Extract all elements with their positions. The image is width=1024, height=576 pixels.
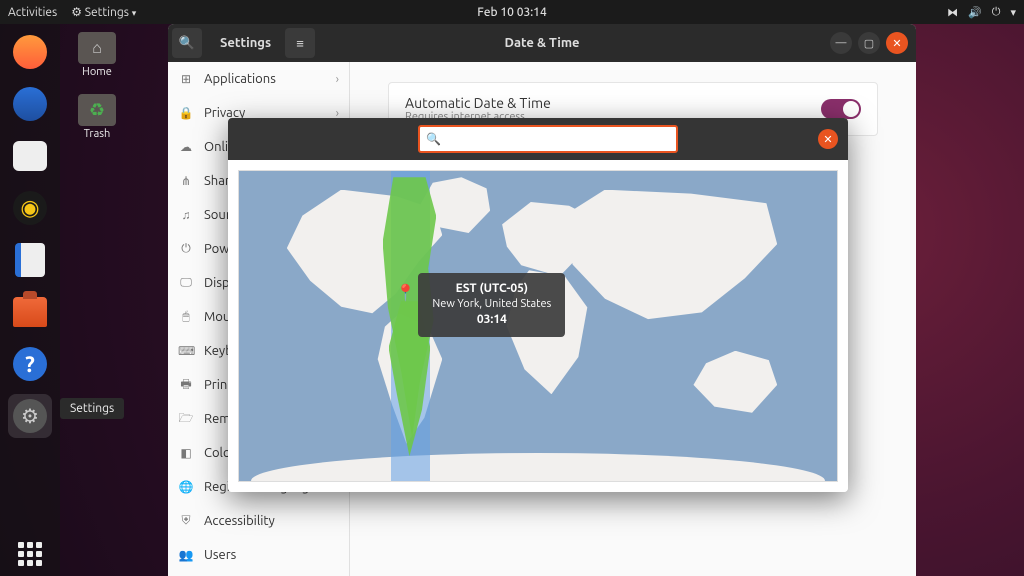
timezone-tooltip: EST (UTC-05) New York, United States 03:… [418, 273, 565, 336]
trash-icon: ♻ [78, 94, 116, 126]
window-minimize[interactable]: ― [830, 32, 852, 54]
app-menu[interactable]: ⚙ Settings [71, 5, 136, 19]
dock-rhythmbox[interactable]: ◉ [8, 186, 52, 230]
header-menu-button[interactable]: ≡ [285, 28, 315, 58]
desktop-home[interactable]: ⌂ Home [72, 32, 122, 78]
sidebar-item-icon: 👥 [178, 548, 194, 562]
sidebar-item-icon: ⋔ [178, 174, 194, 188]
dock-settings[interactable]: ⚙ [8, 394, 52, 438]
top-bar: Activities ⚙ Settings Feb 10 03:14 ⧓ 🔊 ⏻… [0, 0, 1024, 24]
map-landmass [251, 453, 825, 481]
window-app-title: Settings [220, 36, 271, 50]
window-page-title: Date & Time [504, 36, 579, 50]
desktop-trash[interactable]: ♻ Trash [72, 94, 122, 140]
timezone-time: 03:14 [432, 312, 551, 328]
gear-icon: ⚙ [71, 6, 82, 19]
sidebar-item-icon: 🖱 [178, 310, 194, 324]
map-landmass [693, 351, 777, 413]
sidebar-item-icon: ☁ [178, 140, 194, 154]
app-menu-label: Settings [85, 6, 129, 19]
desktop-trash-label: Trash [84, 128, 111, 140]
sidebar-item-accessibility[interactable]: ⛨ Accessibility [168, 504, 349, 538]
sidebar-item-icon: ⏻ [178, 242, 194, 256]
timezone-search-input[interactable] [447, 133, 670, 146]
map-landmass [562, 190, 777, 326]
timezone-location: New York, United States [432, 297, 551, 312]
timezone-map[interactable]: 📍 EST (UTC-05) New York, United States 0… [238, 170, 838, 482]
dock-help[interactable]: ? [8, 342, 52, 386]
timezone-zone: EST (UTC-05) [432, 281, 551, 297]
sidebar-item-label: Applications [204, 72, 276, 86]
timezone-search[interactable]: 🔍 [418, 125, 678, 153]
timezone-dialog: 🔍 ✕ 📍 EST (UTC-05) New York, United Stat… [228, 118, 848, 492]
location-pin-icon: 📍 [396, 283, 416, 302]
desktop-home-label: Home [82, 66, 112, 78]
dock-show-apps[interactable] [8, 532, 52, 576]
sidebar-item-icon: 🖵 [178, 276, 194, 290]
dock-thunderbird[interactable] [8, 82, 52, 126]
activities-button[interactable]: Activities [8, 6, 57, 19]
sidebar-item-icon: ⌨ [178, 344, 194, 358]
sidebar-item-icon: ◧ [178, 446, 194, 460]
desktop-icons: ⌂ Home ♻ Trash [72, 32, 122, 140]
sidebar-item-label: Accessibility [204, 514, 275, 528]
home-folder-icon: ⌂ [78, 32, 116, 64]
dock-writer[interactable] [8, 238, 52, 282]
sidebar-item-icon: ⊞ [178, 72, 194, 86]
sidebar-item-label: Users [204, 548, 236, 562]
dock-tooltip: Settings [60, 398, 124, 419]
sidebar-item-icon: ♫ [178, 208, 194, 222]
timezone-dialog-close[interactable]: ✕ [818, 129, 838, 149]
chevron-right-icon: › [336, 73, 339, 86]
power-icon[interactable]: ⏻ [992, 6, 1001, 19]
network-icon[interactable]: ⧓ [947, 6, 958, 19]
sidebar-item-users[interactable]: 👥 Users [168, 538, 349, 572]
sidebar-item-applications[interactable]: ⊞ Applications › [168, 62, 349, 96]
window-header: 🔍 Settings ≡ Date & Time ― ▢ ✕ [168, 24, 916, 62]
sidebar-item-icon: 🗁 [178, 409, 194, 430]
search-icon: 🔍 [179, 36, 195, 51]
header-search-button[interactable]: 🔍 [172, 28, 202, 58]
caret-down-icon[interactable]: ▾ [1010, 6, 1016, 19]
sidebar-item-icon: 🖶 [178, 375, 194, 396]
auto-datetime-title: Automatic Date & Time [405, 95, 551, 111]
search-icon: 🔍 [426, 132, 441, 146]
hamburger-icon: ≡ [296, 36, 304, 51]
dock-files[interactable] [8, 134, 52, 178]
dock-software[interactable] [8, 290, 52, 334]
timezone-dialog-header: 🔍 ✕ [228, 118, 848, 160]
auto-datetime-switch[interactable] [821, 99, 861, 119]
window-maximize[interactable]: ▢ [858, 32, 880, 54]
sidebar-item-icon: 🔒 [178, 106, 194, 120]
window-close[interactable]: ✕ [886, 32, 908, 54]
volume-icon[interactable]: 🔊 [968, 6, 982, 19]
clock[interactable]: Feb 10 03:14 [477, 6, 546, 19]
sidebar-item-icon: ⛨ [178, 514, 194, 528]
dock: ◉ ? ⚙ [0, 24, 60, 576]
sidebar-item-icon: 🌐 [178, 480, 194, 494]
dock-firefox[interactable] [8, 30, 52, 74]
